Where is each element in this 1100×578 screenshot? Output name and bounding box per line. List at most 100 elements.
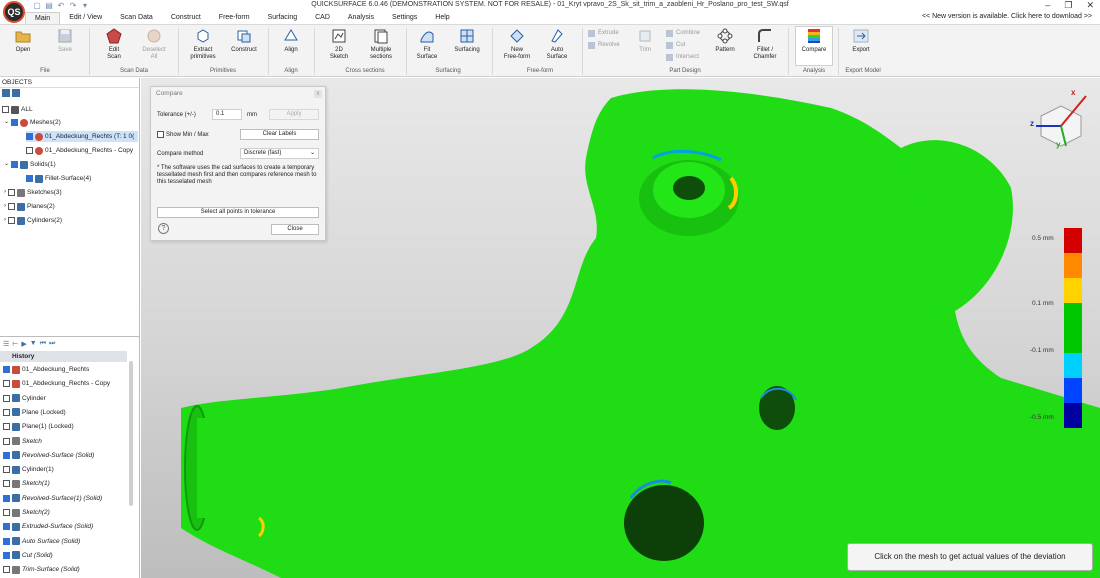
history-item[interactable]: Sketch(2) [3, 507, 50, 518]
deselect-all-button[interactable]: Deselect All [137, 27, 171, 61]
tab-main[interactable]: Main [25, 12, 61, 24]
tolerance-input[interactable]: 0.1 [212, 109, 242, 120]
checkbox[interactable] [3, 423, 10, 431]
checkbox[interactable] [3, 437, 10, 445]
chevron-right-icon[interactable]: › [4, 215, 6, 226]
minimize-button[interactable]: – [1045, 0, 1050, 11]
checkbox[interactable] [26, 133, 33, 140]
tree-icon[interactable]: ⊢ [12, 340, 18, 348]
close-button[interactable]: ✕ [1086, 0, 1094, 11]
save-button[interactable]: Save [48, 27, 82, 54]
fillet-chamfer-button[interactable]: Fillet / Chamfer [748, 27, 782, 61]
compare-method-select[interactable]: Discrete (fast) ⌄ [240, 148, 319, 159]
checkbox[interactable] [3, 451, 10, 459]
checkbox[interactable] [3, 566, 10, 574]
show-minmax-checkbox[interactable]: Show Min / Max [157, 131, 209, 138]
construct-button[interactable]: Construct [227, 27, 261, 54]
checkbox[interactable] [3, 551, 10, 559]
history-item[interactable]: Extruded-Surface (Solid) [3, 521, 93, 532]
chevron-down-icon[interactable]: ⌄ [4, 159, 9, 170]
checkbox[interactable] [8, 203, 15, 210]
intersect-button[interactable]: Intersect [666, 53, 699, 62]
pattern-button[interactable]: Pattern [708, 27, 742, 54]
history-item[interactable]: Plane(1) (Locked) [3, 421, 74, 432]
checkbox[interactable] [3, 394, 10, 402]
history-item[interactable]: Sketch [3, 436, 42, 447]
history-item[interactable]: Plane (Locked) [3, 407, 66, 418]
auto-surface-button[interactable]: Auto Surface [540, 27, 574, 61]
tab-surfacing[interactable]: Surfacing [259, 12, 307, 24]
checkbox[interactable] [3, 366, 10, 373]
tab-free-form[interactable]: Free-form [210, 12, 259, 24]
cut-button[interactable]: Cut [666, 41, 685, 50]
checkbox[interactable] [3, 509, 10, 516]
sketch-2d-button[interactable]: 2D Sketch [322, 27, 356, 61]
forward-icon[interactable]: ⏭ [49, 340, 55, 348]
checkbox[interactable] [3, 466, 10, 474]
open-button[interactable]: Open [6, 27, 40, 54]
multiple-sections-button[interactable]: Multiple sections [362, 27, 400, 61]
apply-button[interactable]: Apply [269, 109, 319, 120]
checkbox[interactable] [11, 161, 19, 168]
play-icon[interactable]: ▶ [21, 340, 26, 348]
checkbox[interactable] [2, 106, 9, 113]
tab-construct[interactable]: Construct [162, 12, 210, 24]
checkbox[interactable] [26, 147, 33, 154]
expand-icon[interactable] [2, 89, 10, 97]
dialog-close-icon[interactable]: x [314, 90, 322, 98]
compare-button[interactable]: Compare [795, 26, 833, 66]
history-item[interactable]: 01_Abdeckung_Rechts - Copy [3, 378, 110, 389]
tab-edit-view[interactable]: Edit / View [60, 12, 111, 24]
history-item[interactable]: Auto Surface (Solid) [3, 536, 80, 547]
extract-primitives-button[interactable]: Extract primitives [186, 27, 220, 61]
help-icon[interactable]: ? [158, 223, 169, 234]
combine-button[interactable]: Combine [666, 29, 700, 38]
checkbox[interactable] [157, 131, 164, 138]
history-item[interactable]: Cut (Solid) [3, 550, 53, 561]
list-icon[interactable]: ☰ [3, 340, 9, 348]
checkbox[interactable] [3, 537, 10, 545]
tab-cad[interactable]: CAD [306, 12, 339, 24]
tree-item-sketches[interactable]: › Sketches(3) [4, 187, 62, 198]
edit-scan-button[interactable]: Edit Scan [97, 27, 131, 61]
chevron-right-icon[interactable]: › [4, 187, 6, 198]
tree-item-mesh-1[interactable]: 01_Abdeckung_Rechts (T: 1 0( [26, 131, 138, 142]
history-item[interactable]: Revolved-Surface (Solid) [3, 450, 94, 461]
close-dialog-button[interactable]: Close [271, 224, 319, 235]
tree-item-solids[interactable]: ⌄ Solids(1) [4, 159, 56, 170]
chevron-down-icon[interactable]: ⌄ [4, 117, 9, 128]
align-button[interactable]: Align [274, 27, 308, 54]
checkbox[interactable] [11, 119, 19, 126]
tree-item-all[interactable]: ALL [2, 104, 33, 115]
trim-button[interactable]: Trim [628, 27, 662, 54]
checkbox[interactable] [3, 408, 10, 416]
clear-labels-button[interactable]: Clear Labels [240, 129, 319, 140]
surfacing-button[interactable]: Surfacing [450, 27, 484, 54]
update-notice-link[interactable]: << New version is available. Click here … [922, 13, 1092, 20]
tab-analysis[interactable]: Analysis [339, 12, 383, 24]
fit-surface-button[interactable]: Fit Surface [410, 27, 444, 61]
filter-icon[interactable] [12, 89, 20, 97]
tree-item-fillet-surface[interactable]: Fillet-Surface(4) [26, 173, 91, 184]
select-all-in-tolerance-button[interactable]: Select all points in tolerance [157, 207, 319, 218]
checkbox[interactable] [3, 380, 10, 388]
tree-item-planes[interactable]: › Planes(2) [4, 201, 55, 212]
tab-settings[interactable]: Settings [383, 12, 426, 24]
checkbox[interactable] [3, 494, 10, 502]
app-logo[interactable]: QS [3, 1, 25, 23]
filter-icon[interactable]: ▼ [30, 340, 37, 347]
chevron-right-icon[interactable]: › [4, 201, 6, 212]
checkbox[interactable] [3, 480, 10, 488]
export-button[interactable]: Export [844, 27, 878, 54]
checkbox[interactable] [3, 523, 10, 531]
tab-help[interactable]: Help [426, 12, 458, 24]
tab-scan-data[interactable]: Scan Data [111, 12, 162, 24]
history-item[interactable]: Sketch(1) [3, 478, 50, 489]
new-free-form-button[interactable]: New Free-form [498, 27, 536, 61]
history-item[interactable]: Trim-Surface (Solid) [3, 564, 80, 575]
tree-item-mesh-copy[interactable]: 01_Abdeckung_Rechts - Copy [26, 145, 133, 156]
history-scrollbar[interactable] [129, 361, 133, 506]
tree-item-meshes[interactable]: ⌄ Meshes(2) [4, 117, 61, 128]
rewind-icon[interactable]: ⏮ [40, 340, 46, 348]
checkbox[interactable] [8, 217, 15, 224]
